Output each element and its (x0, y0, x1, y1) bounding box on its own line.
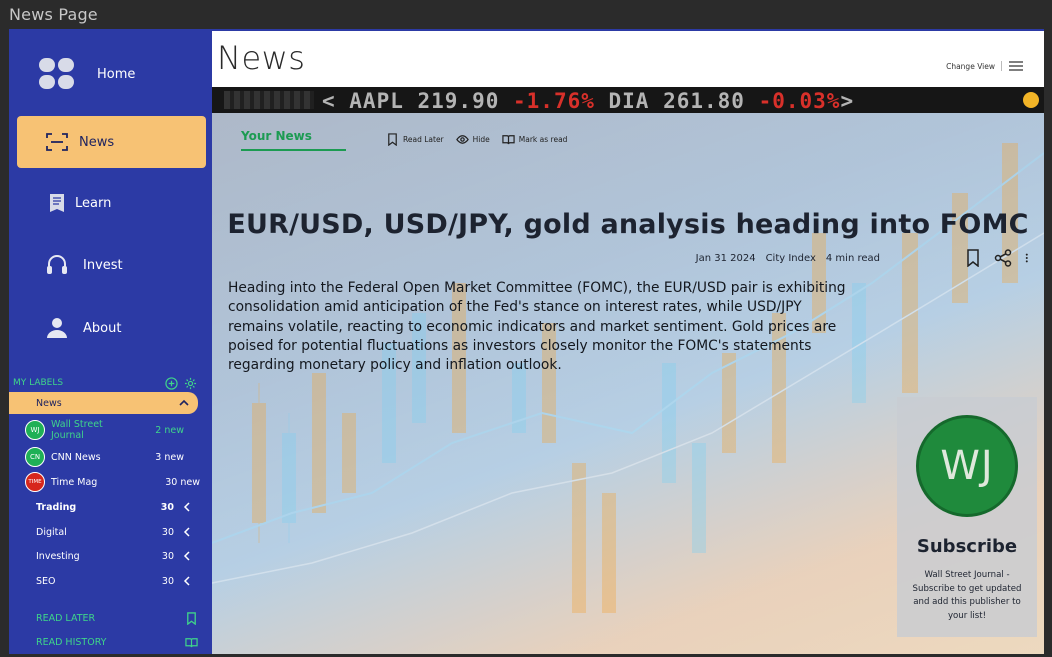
label-group-news[interactable]: News (9, 392, 198, 414)
news-scan-icon (39, 124, 75, 160)
add-label-icon[interactable] (165, 376, 178, 390)
publisher-count: 2 new (155, 424, 184, 436)
publisher-badge: CN (25, 447, 45, 467)
change-view-label: Change View (946, 61, 995, 71)
label-group-name: Investing (36, 550, 80, 562)
publisher-name: Wall Street Journal (51, 419, 103, 441)
bookmark-icon (388, 133, 397, 146)
label-group-news-name: News (36, 397, 62, 409)
eye-icon (455, 135, 469, 144)
read-later-button-label: Read Later (403, 135, 444, 144)
open-book-icon (502, 135, 515, 145)
label-group-seo[interactable]: SEO 30 (36, 572, 192, 590)
publisher-name: CNN News (51, 451, 101, 463)
menu-lines-icon (1009, 61, 1023, 71)
nav-learn-label: Learn (75, 195, 112, 211)
article-read-time: 4 min read (825, 253, 880, 264)
article-actions: Read Later Hide Mark as read (386, 133, 567, 146)
world-map-graphic (224, 91, 314, 109)
publisher-count: 3 new (155, 451, 184, 463)
nav-news-label: News (79, 134, 115, 150)
settings-gear-icon[interactable] (184, 377, 197, 390)
publisher-item[interactable]: CN CNN News 3 new (25, 445, 200, 469)
label-group-count: 30 (161, 550, 174, 562)
chevron-left-icon (183, 502, 190, 512)
hide-button-label: Hide (472, 135, 490, 144)
subscribe-button[interactable]: Subscribe (897, 536, 1037, 557)
article-headline[interactable]: EUR/USD, USD/JPY, gold analysis heading … (212, 209, 1044, 240)
hide-button[interactable]: Hide (455, 133, 490, 146)
article-source[interactable]: City Index (766, 253, 816, 264)
publisher-avatar[interactable]: WJ (916, 415, 1018, 517)
page-title: News (217, 39, 306, 77)
chevron-left-icon (183, 551, 190, 561)
read-history-label: READ HISTORY (36, 636, 107, 648)
publisher-item[interactable]: WJ Wall Street Journal 2 new (25, 418, 200, 442)
label-group-name: SEO (36, 575, 56, 587)
chevron-up-icon (179, 399, 189, 406)
chevron-left-icon (183, 576, 190, 586)
user-icon (39, 310, 75, 346)
article-icon-actions (964, 249, 1034, 267)
nav-about-label: About (83, 320, 122, 336)
change-view-button[interactable]: Change View (946, 61, 1024, 71)
publisher-name: Time Mag (51, 476, 98, 488)
grid-icon (39, 56, 75, 92)
read-later-button[interactable]: Read Later (386, 133, 444, 146)
nav-invest[interactable]: Invest (17, 239, 206, 291)
sun-graphic (1023, 92, 1039, 108)
share-icon[interactable] (994, 249, 1012, 267)
sidebar: Home News Learn Invest About MY LABELS N… (9, 29, 212, 654)
my-labels-title: MY LABELS (13, 378, 64, 388)
label-group-count: 30 (160, 501, 174, 513)
read-history-link[interactable]: READ HISTORY (36, 633, 198, 651)
nav-invest-label: Invest (83, 257, 123, 273)
news-tabbar: Your News (241, 129, 346, 151)
label-group-name: Digital (36, 526, 67, 538)
book-icon (39, 185, 75, 221)
publisher-count: 30 new (165, 476, 200, 488)
more-vertical-icon[interactable] (1024, 249, 1034, 267)
mark-as-read-button-label: Mark as read (518, 135, 568, 144)
nav-about[interactable]: About (17, 302, 206, 354)
nav-home[interactable]: Home (17, 48, 206, 100)
nav-home-label: Home (97, 66, 136, 82)
read-later-link[interactable]: READ LATER (36, 609, 198, 627)
label-group-name: Trading (36, 501, 77, 513)
bookmark-icon (187, 611, 196, 625)
nav-learn[interactable]: Learn (17, 177, 206, 229)
stock-ticker-banner: < AAPL 219.90 -1.76% DIA 261.80 -0.03%> (212, 87, 1044, 113)
headset-icon (39, 247, 75, 283)
label-group-count: 30 (161, 526, 174, 538)
label-group-count: 30 (161, 575, 174, 587)
read-later-label: READ LATER (36, 612, 96, 624)
main-panel: News Change View < AAPL 219.90 -1.76% DI… (212, 29, 1044, 654)
divider (1001, 61, 1002, 71)
chevron-left-icon (183, 527, 190, 537)
tab-your-news[interactable]: Your News (241, 129, 346, 151)
article-meta: Jan 31 2024 City Index 4 min read (696, 253, 880, 264)
mark-as-read-button[interactable]: Mark as read (502, 133, 568, 146)
my-labels-header: MY LABELS (13, 375, 205, 391)
ticker-text: < AAPL 219.90 -1.76% DIA 261.80 -0.03%> (322, 89, 855, 113)
publisher-item[interactable]: TIME Time Mag 30 new (25, 470, 200, 494)
subscribe-card: WJ Subscribe Wall Street Journal - Subsc… (897, 397, 1037, 637)
article-body: Heading into the Federal Open Market Com… (228, 280, 846, 374)
publisher-badge: WJ (25, 420, 45, 440)
open-book-icon (185, 637, 198, 647)
label-group-trading[interactable]: Trading 30 (36, 498, 192, 516)
label-group-digital[interactable]: Digital 30 (36, 523, 192, 541)
subscribe-description: Wall Street Journal - Subscribe to get u… (912, 570, 1022, 621)
article-area: Your News Read Later Hide Mark as read E… (212, 113, 1044, 654)
nav-news[interactable]: News (17, 116, 206, 168)
publisher-badge: TIME (25, 472, 45, 492)
bookmark-icon[interactable] (964, 249, 982, 267)
label-group-investing[interactable]: Investing 30 (36, 547, 192, 565)
window-title: News Page (9, 5, 98, 24)
article-date: Jan 31 2024 (695, 253, 756, 264)
